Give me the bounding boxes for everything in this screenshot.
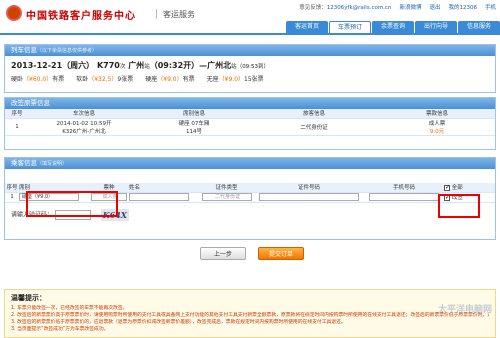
seat-type-item: 无座（¥9.0）15张票 [206,76,264,83]
previous-step-button[interactable]: 上一步 [200,247,246,260]
top-utility-bar: 意见反馈：12306yfk@rails.com.cn 新浪微博 退出 我的123… [299,3,496,11]
seat-type-item: 硬卧（¥60.0）有票 [11,76,65,83]
weibo-link[interactable]: 新浪微博 [399,3,421,11]
main-nav: 客运首页 车票预订 余票查询 出行向导 信息服务 [285,21,500,33]
select-all-checkbox[interactable] [444,184,450,191]
passenger-cell: 二代身份证 [249,118,379,136]
original-ticket-title: 改签原票信息 [5,98,495,109]
change-highlight-box [438,194,480,218]
tips-panel: 温馨提示： 1. 车票只能改签一次，已经改签的车票不能再次改签。 2. 改签后的… [4,289,496,338]
original-ticket-panel: 改签原票信息 序号 车次信息 席别信息 旅客信息 票款信息 1 2014-01-… [4,97,496,150]
site-header: 中国铁路客户服务中心 客运服务 意见反馈：12306yfk@rails.com.… [0,0,500,34]
phone-input[interactable] [369,193,439,201]
row-index: 1 [5,192,19,203]
col-header: 姓名 [129,183,199,193]
train-summary: 2013-12-21（周六） K770次 广州站（09:32开）—广州北站（09… [11,61,270,70]
col-header: 证件类型 [199,183,254,193]
id-number-input[interactable] [259,193,359,201]
logout-link[interactable]: 退出 [429,3,440,11]
logo-divider [156,9,157,19]
tip-line: 2. 改签后的新票票价高于原票票价时，请使用购票时所使用的支付工具或具备网上支付… [11,313,489,318]
original-ticket-table: 序号 车次信息 席别信息 旅客信息 票款信息 1 2014-01-02 10:5… [5,109,495,136]
to-station: 广州北 [207,61,232,70]
table-row: 1 2014-01-02 10:59开 K326广州-广州北 硬座 07车厢 114… [5,118,495,136]
fill-instructions-link[interactable]: （填写说明） [37,161,67,167]
col-header: 旅客信息 [249,109,379,119]
travel-date: 2013-12-21（周六） [11,61,95,70]
nav-tab-info-service[interactable]: 信息服务 [458,21,500,33]
tip-line: 3. 当页面提示“改签成功”方为车票改签成功。 [11,327,109,332]
col-header: 席别信息 [139,109,249,119]
col-header: 车次信息 [29,109,139,119]
id-type-select[interactable]: 二代身份证 [201,193,252,201]
passenger-name-input[interactable] [129,193,189,201]
nav-tab-ticket-query[interactable]: 余票查询 [372,21,414,33]
tip-line: 3. 改签后的新票票价低于原票票价的，应退票款（退票为原票价扣减改签新票价差额）… [11,320,346,325]
price-cell: 成人票 9.0元 [379,118,495,136]
railway-logo-icon [6,5,22,21]
tip-line: 1. 车票只能改签一次，已经改签的车票不能再次改签。 [11,306,128,311]
nav-tab-travel-guide[interactable]: 出行向导 [415,21,457,33]
nav-tab-booking[interactable]: 车票预订 [329,21,371,33]
site-subtitle: 客运服务 [163,10,195,19]
passenger-title: 乘客信息（填写说明） [5,158,495,169]
site-logo-text: 中国铁路客户服务中心 [26,11,136,22]
seat-type-item: 软卧（¥32.5）9张票 [76,76,134,83]
nav-tab-home[interactable]: 客运首页 [286,21,328,33]
train-cell: 2014-01-02 10:59开 K326广州-广州北 [29,118,139,136]
depart-time: （09:32开） [149,61,200,70]
row-index: 1 [5,118,29,136]
feedback-label: 意见反馈：12306yfk@rails.com.cn [299,5,392,11]
from-station: 广州 [128,61,145,70]
col-header: 证件号码 [254,183,364,193]
col-header: 票款信息 [379,109,495,119]
select-all-header: 全部 [444,183,495,193]
seat-highlight-box [26,191,118,217]
seat-cell: 硬座 07车厢 114号 [139,118,249,136]
nav-underline [0,33,500,35]
mobile-link[interactable]: 手机 [485,3,496,11]
arrive-time: （09:53到） [236,64,270,70]
col-header: 序号 [5,183,19,193]
tips-title: 温馨提示： [11,294,46,302]
train-info-title: 列车信息（以下余票信息仅供参考） [5,45,495,56]
train-number: K770 [96,61,120,70]
submit-order-button[interactable]: 提交订单 [258,247,304,260]
my-account-link[interactable]: 我的12306 [448,3,477,11]
train-info-panel: 列车信息（以下余票信息仅供参考） 2013-12-21（周六） K770次 广州… [4,44,496,93]
feedback-email-link[interactable]: 12306yfk@rails.com.cn [327,5,392,11]
watermark-text: 太平洋电脑网 [437,305,492,315]
seat-availability: 硬卧（¥60.0）有票 软卧（¥32.5）9张票 硬座（¥9.0）有票 无座（¥… [5,71,495,86]
col-header: 序号 [5,109,29,119]
train-info-note: （以下余票信息仅供参考） [37,48,98,54]
seat-type-item: 硬座（¥9.0）有票 [145,76,195,83]
col-header: 手机号码 [364,183,444,193]
